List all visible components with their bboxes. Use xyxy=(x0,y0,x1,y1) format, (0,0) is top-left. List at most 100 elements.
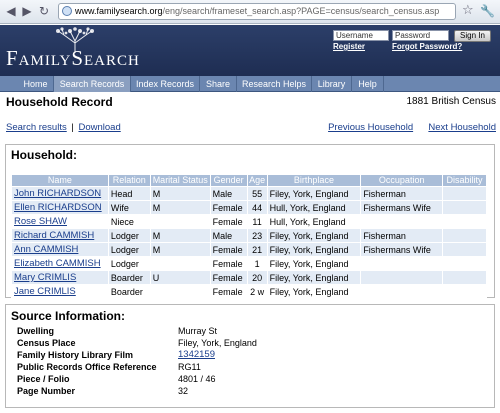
register-link[interactable]: Register xyxy=(333,42,365,51)
reload-icon[interactable]: ↻ xyxy=(37,4,51,18)
table-header-row: Name Relation Marital Status Gender Age … xyxy=(11,174,487,187)
person-name-link[interactable]: Rose SHAW xyxy=(11,214,109,229)
back-icon[interactable]: ◀ xyxy=(4,4,18,18)
person-name-link[interactable]: John RICHARDSON xyxy=(11,186,109,201)
disability-cell xyxy=(442,214,487,229)
age-cell: 20 xyxy=(246,270,268,285)
relation-cell: Wife xyxy=(107,200,151,215)
disability-cell xyxy=(442,242,487,257)
marital-cell: M xyxy=(149,200,211,215)
relation-cell: Head xyxy=(107,186,151,201)
person-name-link[interactable]: Ellen RICHARDSON xyxy=(11,200,109,215)
wrench-icon[interactable]: 🔧 xyxy=(480,4,495,18)
gender-cell: Female xyxy=(209,214,248,229)
gender-cell: Female xyxy=(209,256,248,271)
marital-cell: U xyxy=(149,270,211,285)
tab-research-helps[interactable]: Research Helps xyxy=(237,76,312,92)
col-marital-status: Marital Status xyxy=(149,174,211,187)
source-value: RG11 xyxy=(178,362,201,372)
age-cell: 55 xyxy=(246,186,268,201)
page-title: Household Record xyxy=(6,95,113,109)
link-separator: | xyxy=(71,122,74,133)
browser-toolbar: ◀ ▶ ↻ www.familysearch.org/eng/search/fr… xyxy=(0,0,500,24)
occupation-cell: Fishermans Wife xyxy=(360,242,444,257)
col-relation: Relation xyxy=(107,174,151,187)
next-household-link[interactable]: Next Household xyxy=(428,122,496,133)
forward-icon[interactable]: ▶ xyxy=(20,4,34,18)
age-cell: 21 xyxy=(246,242,268,257)
address-bar[interactable]: www.familysearch.org/eng/search/frameset… xyxy=(58,3,456,20)
relation-cell: Boarder xyxy=(107,270,151,285)
tab-help[interactable]: Help xyxy=(352,76,384,92)
birthplace-cell: Hull, York, England xyxy=(266,214,362,229)
disability-cell xyxy=(442,256,487,271)
result-links: Search results | Download xyxy=(6,122,121,133)
age-cell: 2 w xyxy=(246,284,268,299)
disability-cell xyxy=(442,284,487,299)
relation-cell: Lodger xyxy=(107,228,151,243)
source-label: Census Place xyxy=(17,338,76,348)
username-field[interactable]: Username xyxy=(333,30,389,41)
bookmark-star-icon[interactable]: ☆ xyxy=(462,4,474,18)
film-number-link[interactable]: 1342159 xyxy=(178,349,215,361)
source-value: 32 xyxy=(178,386,189,396)
gender-cell: Female xyxy=(209,270,248,285)
gender-cell: Female xyxy=(209,200,248,215)
person-name-link[interactable]: Ann CAMMISH xyxy=(11,242,109,257)
birthplace-cell: Filey, York, England xyxy=(266,284,362,299)
tab-library[interactable]: Library xyxy=(312,76,352,92)
relation-cell: Boarder xyxy=(107,284,151,299)
login-area: Username Password Sign In Register Forgo… xyxy=(333,30,493,70)
source-label: Public Records Office Reference xyxy=(17,362,157,372)
search-results-link[interactable]: Search results xyxy=(6,122,67,133)
password-field[interactable]: Password xyxy=(392,30,449,41)
download-link[interactable]: Download xyxy=(78,122,120,133)
person-name-link[interactable]: Elizabeth CAMMISH xyxy=(11,256,109,271)
tab-search-records[interactable]: Search Records xyxy=(54,76,131,92)
person-name-link[interactable]: Richard CAMMISH xyxy=(11,228,109,243)
table-row: John RICHARDSON Head M Male 55 Filey, Yo… xyxy=(11,186,487,201)
previous-household-link[interactable]: Previous Household xyxy=(328,122,413,133)
birthplace-cell: Filey, York, England xyxy=(266,186,362,201)
household-pager: Previous Household Next Household xyxy=(328,122,496,133)
birthplace-cell: Filey, York, England xyxy=(266,228,362,243)
household-table: Name Relation Marital Status Gender Age … xyxy=(11,174,487,299)
table-row: Ann CAMMISH Lodger M Female 21 Filey, Yo… xyxy=(11,242,487,257)
forgot-password-link[interactable]: Forgot Password? xyxy=(392,42,462,51)
disability-cell xyxy=(442,228,487,243)
tab-index-records[interactable]: Index Records xyxy=(131,76,200,92)
disability-cell xyxy=(442,186,487,201)
gender-cell: Female xyxy=(209,284,248,299)
occupation-cell: Fisherman xyxy=(360,228,444,243)
marital-cell xyxy=(149,256,211,271)
occupation-cell xyxy=(360,214,444,229)
gender-cell: Female xyxy=(209,242,248,257)
col-disability: Disability xyxy=(442,174,487,187)
source-label: Dwelling xyxy=(17,326,55,336)
occupation-cell: Fisherman xyxy=(360,186,444,201)
tab-share[interactable]: Share xyxy=(200,76,237,92)
occupation-cell: Fishermans Wife xyxy=(360,200,444,215)
marital-cell: M xyxy=(149,242,211,257)
col-gender: Gender xyxy=(209,174,248,187)
source-label: Page Number xyxy=(17,386,76,396)
gender-cell: Male xyxy=(209,186,248,201)
site-logo[interactable]: FamilySearch xyxy=(6,46,140,71)
person-name-link[interactable]: Jane CRIMLIS xyxy=(11,284,109,299)
source-label: Family History Library Film xyxy=(17,350,134,360)
table-row: Elizabeth CAMMISH Lodger Female 1 Filey,… xyxy=(11,256,487,271)
occupation-cell xyxy=(360,256,444,271)
col-occupation: Occupation xyxy=(360,174,444,187)
disability-cell xyxy=(442,200,487,215)
occupation-cell xyxy=(360,270,444,285)
tab-home[interactable]: Home xyxy=(18,76,54,92)
marital-cell: M xyxy=(149,228,211,243)
source-title: Source Information: xyxy=(11,309,126,323)
gender-cell: Male xyxy=(209,228,248,243)
birthplace-cell: Filey, York, England xyxy=(266,270,362,285)
sign-in-button[interactable]: Sign In xyxy=(454,30,491,42)
person-name-link[interactable]: Mary CRIMLIS xyxy=(11,270,109,285)
age-cell: 1 xyxy=(246,256,268,271)
table-row: Jane CRIMLIS Boarder Female 2 w Filey, Y… xyxy=(11,284,487,299)
source-label: Piece / Folio xyxy=(17,374,70,384)
